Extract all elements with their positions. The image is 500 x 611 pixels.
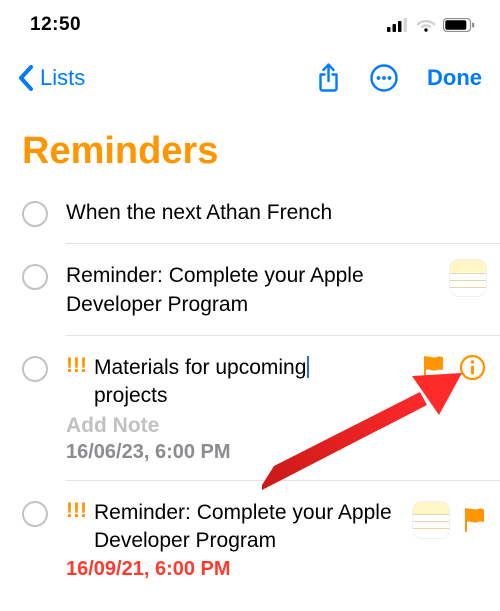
flag-icon[interactable]	[463, 508, 486, 532]
reminder-row[interactable]: !!! Reminder: Complete your Apple Develo…	[22, 497, 500, 598]
complete-toggle[interactable]	[22, 201, 48, 227]
complete-toggle[interactable]	[22, 501, 48, 527]
reminder-title[interactable]: Materials for upcoming projects	[94, 354, 410, 411]
back-label: Lists	[40, 65, 85, 91]
priority-indicator: !!!	[66, 499, 87, 523]
reminder-title: When the next Athan French	[66, 199, 484, 227]
reminder-row[interactable]: Reminder: Complete your Apple Developer …	[22, 260, 500, 336]
notes-app-icon[interactable]	[450, 260, 486, 296]
nav-bar: Lists Done	[0, 50, 500, 105]
cellular-icon	[387, 18, 409, 32]
reminder-title: Reminder: Complete your Apple Developer …	[94, 499, 400, 556]
status-indicators	[387, 18, 475, 32]
back-button[interactable]: Lists	[18, 65, 85, 91]
wifi-icon	[416, 18, 436, 32]
share-icon	[316, 63, 341, 93]
status-time: 12:50	[30, 14, 81, 36]
reminder-datetime: 16/06/23, 6:00 PM	[66, 441, 410, 464]
reminder-row-editing[interactable]: !!! Materials for upcoming projects Add …	[22, 352, 500, 481]
info-icon[interactable]	[459, 354, 486, 381]
reminder-list: When the next Athan French Reminder: Com…	[0, 197, 500, 597]
chevron-left-icon	[18, 65, 34, 91]
reminder-datetime-overdue: 16/09/21, 6:00 PM	[66, 558, 400, 581]
page-title: Reminders	[0, 105, 500, 197]
share-button[interactable]	[316, 63, 341, 93]
add-note-placeholder[interactable]: Add Note	[66, 414, 410, 438]
text-cursor	[307, 356, 309, 378]
complete-toggle[interactable]	[22, 264, 48, 290]
reminder-title: Reminder: Complete your Apple Developer …	[66, 262, 440, 319]
done-button[interactable]: Done	[427, 65, 482, 91]
reminder-row[interactable]: When the next Athan French	[22, 197, 500, 244]
flag-icon[interactable]	[422, 356, 445, 380]
status-bar: 12:50	[0, 0, 500, 50]
priority-indicator: !!!	[66, 354, 87, 378]
more-button[interactable]	[369, 63, 399, 93]
battery-icon	[443, 18, 475, 32]
ellipsis-circle-icon	[369, 63, 399, 93]
complete-toggle[interactable]	[22, 356, 48, 382]
notes-app-icon[interactable]	[413, 502, 449, 538]
